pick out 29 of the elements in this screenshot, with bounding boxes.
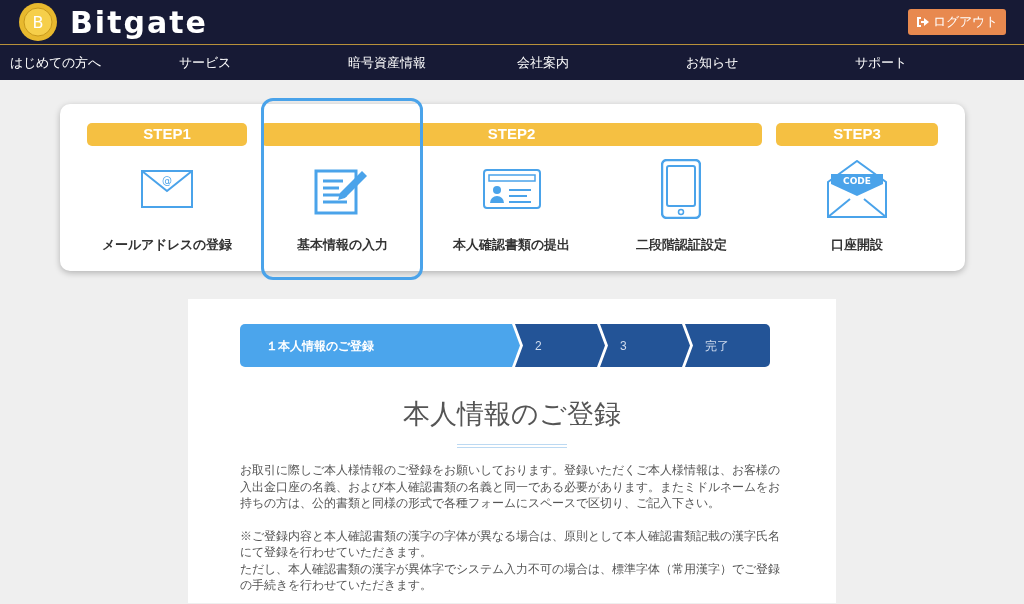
step-name: 二段階認証設定 xyxy=(635,236,727,254)
nav-link[interactable]: お知らせ xyxy=(686,52,855,73)
step-label: STEP3 xyxy=(776,123,938,146)
progress-step: 3 xyxy=(600,324,690,367)
step-name: メールアドレスの登録 xyxy=(102,236,232,254)
nav-link[interactable]: サポート xyxy=(855,52,1024,73)
notice-paragraph: ※ご登録内容と本人確認書類の漢字の字体が異なる場合は、原則として本人確認書類記載の漢字氏名にて登録を行わせていただきます。 xyxy=(240,527,781,561)
nav-link[interactable]: サービス xyxy=(179,52,348,73)
coin-logo-icon: B xyxy=(18,2,58,42)
nav-link[interactable]: はじめての方へ xyxy=(0,52,179,73)
progress-step: 2 xyxy=(515,324,605,367)
envelope-icon: @ xyxy=(141,170,193,208)
progress-step: １本人情報のご登録 xyxy=(240,324,520,367)
page-heading: 本人情報のご登録 xyxy=(402,398,622,431)
step-name: 基本情報の入力 xyxy=(296,236,388,254)
logo-text: Bitgate xyxy=(70,3,208,42)
smartphone-icon xyxy=(661,159,701,219)
progress-step: 完了 xyxy=(685,324,770,367)
nav-link[interactable]: 暗号資産情報 xyxy=(348,52,517,73)
nav-link[interactable]: 会社案内 xyxy=(517,52,686,73)
step-label: STEP2 xyxy=(261,123,762,146)
step-name: 口座開設 xyxy=(831,236,883,254)
step-name: 本人確認書類の提出 xyxy=(453,236,570,254)
logout-icon xyxy=(916,16,929,28)
notice-paragraph: お取引に際しご本人様情報のご登録をお願いしております。登録いただくご本人様情報は、お客様の入出金口座の名義、および本人確認書類の名義と同一である必要があります。またミドルネームをお持ちの方は、公的書類と同様の形式で各種フォームにスペースで区切り、ご記入下さい。 xyxy=(240,462,781,512)
step-label: STEP1 xyxy=(87,123,247,146)
notice-paragraph: ただし、本人確認書類の漢字が異体字でシステム入力不可の場合は、標準字体（常用漢字）でご登録の手続きを行わせていただきます。 xyxy=(240,560,781,594)
id-card-icon xyxy=(482,169,541,209)
open-envelope-code-icon: CODE xyxy=(827,160,887,218)
